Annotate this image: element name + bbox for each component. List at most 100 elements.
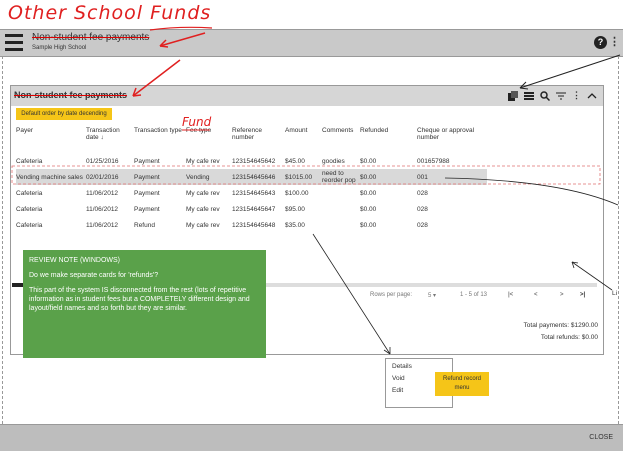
- cell-amount: $45.00: [285, 157, 305, 165]
- right-guide: [618, 56, 619, 424]
- collapse-icon[interactable]: [587, 91, 597, 101]
- cell-date: 11/06/2012: [86, 221, 119, 229]
- cell-type: Payment: [134, 169, 186, 185]
- cell-amount: $35.00: [285, 221, 305, 229]
- cell-refunded: $0.00: [360, 169, 417, 185]
- prev-page-icon[interactable]: <: [534, 292, 538, 298]
- cell-fee-type: My cafe rev: [186, 157, 220, 165]
- cell-type: Refund: [134, 221, 155, 229]
- cell-comments: [322, 185, 360, 201]
- arrow-to-toolbar: [519, 54, 621, 89]
- rows-per-page-select[interactable]: 5 ▾: [428, 292, 436, 299]
- col-comments[interactable]: Comments: [322, 127, 360, 153]
- table-row[interactable]: Cafeteria 11/06/2012 Refund My cafe rev …: [16, 217, 487, 233]
- menu-icon[interactable]: [5, 34, 23, 52]
- default-order-note: Default order by date decending: [16, 108, 112, 120]
- side-label: Li: [612, 290, 618, 297]
- menu-item-details[interactable]: Details: [392, 363, 412, 370]
- close-button[interactable]: CLOSE: [589, 434, 613, 441]
- cell-payer: Cafeteria: [16, 189, 43, 197]
- cell-date: 11/06/2012: [86, 205, 119, 213]
- cell-amount: $100.00: [285, 189, 309, 197]
- cell-comments: [322, 201, 360, 217]
- card-toolbar: ⋮: [508, 90, 597, 101]
- sort-down-icon[interactable]: ↓: [100, 134, 103, 141]
- cell-reference: 123154645647: [232, 205, 276, 213]
- cell-refunded: $0.00: [360, 221, 377, 229]
- card-more-icon[interactable]: ⋮: [572, 90, 581, 101]
- page-range: 1 - 5 of 13: [460, 292, 488, 298]
- chevron-down-icon: ▾: [433, 293, 437, 299]
- cell-date: 02/01/2016: [86, 169, 134, 185]
- filter-icon[interactable]: [556, 91, 566, 101]
- col-refunded[interactable]: Refunded: [360, 127, 417, 153]
- cell-payer: Cafeteria: [16, 157, 43, 165]
- cell-fee-type: My cafe rev: [186, 189, 220, 197]
- col-transaction-type[interactable]: Transaction type: [134, 127, 186, 153]
- cell-payer: Vending machine sales: [16, 169, 86, 185]
- first-page-icon[interactable]: |<: [508, 292, 513, 298]
- rows-per-page-label: Rows per page:: [370, 292, 413, 298]
- cell-comments: goodies: [322, 157, 345, 165]
- review-note-heading: REVIEW NOTE (WINDOWS): [29, 257, 120, 264]
- cell-reference: 123154645642: [232, 157, 276, 165]
- cell-refunded: $0.00: [360, 189, 377, 197]
- school-name: Sample High School: [32, 45, 87, 51]
- more-options-icon[interactable]: ⋮: [609, 36, 620, 49]
- app-title: Non-student fee payments: [32, 32, 150, 43]
- card-header: Non-student fee payments ⋮: [11, 86, 603, 106]
- cell-comments: need to reorder pop: [322, 169, 360, 185]
- card-title: Non-student fee payments: [14, 90, 128, 100]
- col-reference-number[interactable]: Reference number: [232, 127, 285, 153]
- cell-cheque: 028: [417, 205, 428, 213]
- table-row[interactable]: Cafeteria 11/06/2012 Payment My cafe rev…: [16, 185, 487, 201]
- payments-table: Payer Transaction date ↓ Transaction typ…: [16, 127, 487, 233]
- cell-reference: 123154645648: [232, 221, 276, 229]
- menu-item-void[interactable]: Void: [392, 375, 405, 382]
- col-cheque-number[interactable]: Cheque or approval number: [417, 127, 487, 153]
- table-row[interactable]: Cafeteria 11/06/2012 Payment My cafe rev…: [16, 201, 487, 217]
- total-refunds: Total refunds: $0.00: [540, 334, 598, 341]
- left-guide: [2, 56, 3, 424]
- cell-refunded: $0.00: [360, 157, 377, 165]
- help-icon[interactable]: ?: [594, 36, 607, 49]
- cell-refunded: $0.00: [360, 205, 377, 213]
- footer-bar: CLOSE: [0, 424, 623, 451]
- cell-comments: [322, 217, 360, 233]
- add-record-icon[interactable]: [508, 90, 518, 101]
- cell-type: Payment: [134, 157, 160, 165]
- cell-payer: Cafeteria: [16, 205, 43, 213]
- last-page-icon[interactable]: >|: [580, 292, 585, 298]
- cell-payer: Cafeteria: [16, 221, 43, 229]
- menu-item-edit[interactable]: Edit: [392, 387, 403, 394]
- review-note-question: Do we make separate cards for 'refunds'?: [29, 272, 159, 279]
- col-payer[interactable]: Payer: [16, 127, 86, 153]
- cell-reference: 123154645643: [232, 189, 276, 197]
- list-view-icon[interactable]: [524, 91, 534, 101]
- cell-amount: $95.00: [285, 205, 305, 213]
- col-amount[interactable]: Amount: [285, 127, 322, 153]
- next-page-icon[interactable]: >: [560, 292, 564, 298]
- table-header: Payer Transaction date ↓ Transaction typ…: [16, 127, 487, 153]
- col-fee-type[interactable]: Fee type: [186, 127, 232, 153]
- cell-fee-type: Vending: [186, 169, 232, 185]
- cell-cheque: 028: [417, 221, 428, 229]
- table-row-selected[interactable]: Vending machine sales 02/01/2016 Payment…: [16, 169, 487, 185]
- review-note-body: This part of the system IS disconnected …: [29, 287, 250, 312]
- col-transaction-date[interactable]: Transaction date ↓: [86, 127, 134, 153]
- total-payments: Total payments: $1290.00: [523, 322, 598, 329]
- search-icon[interactable]: [540, 90, 551, 101]
- table-row[interactable]: Cafeteria 01/25/2016 Payment My cafe rev…: [16, 153, 487, 169]
- handwritten-title: Other School Funds: [8, 2, 212, 24]
- cell-type: Payment: [134, 205, 160, 213]
- cell-fee-type: My cafe rev: [186, 205, 220, 213]
- cell-amount: $1015.00: [285, 169, 322, 185]
- refund-menu-note: Refund record menu: [435, 372, 489, 396]
- cell-fee-type: My cafe rev: [186, 221, 220, 229]
- cell-date: 01/25/2016: [86, 157, 119, 165]
- app-header: Non-student fee payments Sample High Sch…: [0, 29, 623, 57]
- cell-type: Payment: [134, 189, 160, 197]
- cell-cheque: 001657988: [417, 157, 450, 165]
- cell-cheque: 001: [417, 169, 487, 185]
- review-note: REVIEW NOTE (WINDOWS) Do we make separat…: [23, 250, 266, 358]
